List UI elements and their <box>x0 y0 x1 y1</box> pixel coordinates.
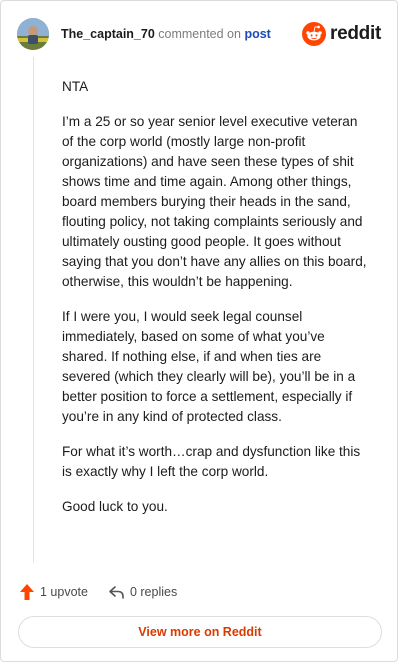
avatar[interactable] <box>17 18 49 50</box>
comment-paragraph: NTA <box>62 79 89 94</box>
upvote-arrow-icon <box>20 584 34 600</box>
thread-line <box>33 57 34 563</box>
upvote-count: 1 upvote <box>40 585 88 599</box>
comment-meta: The_captain_70 commented on post <box>61 27 271 41</box>
comment-actions: 1 upvote 0 replies <box>19 581 177 603</box>
comment-paragraph: I’m a 25 or so year senior level executi… <box>62 114 367 289</box>
avatar-image <box>17 18 49 50</box>
upvote-button[interactable]: 1 upvote <box>19 583 88 601</box>
reddit-wordmark: reddit <box>330 23 381 44</box>
comment-paragraph: For what it’s worth…crap and dysfunction… <box>62 444 361 479</box>
comment-embed-card: The_captain_70 commented on post reddit … <box>0 0 398 662</box>
username[interactable]: The_captain_70 <box>61 27 155 41</box>
post-link[interactable]: post <box>244 27 270 41</box>
reply-button[interactable]: 0 replies <box>108 584 177 600</box>
reddit-logo-icon <box>302 22 327 46</box>
comment-paragraph: Good luck to you. <box>62 499 168 514</box>
view-more-button[interactable]: View more on Reddit <box>18 616 382 648</box>
comment-body: NTA I’m a 25 or so year senior level exe… <box>62 77 372 532</box>
reddit-logo[interactable]: reddit <box>302 22 381 46</box>
reply-icon <box>109 586 124 599</box>
reply-count: 0 replies <box>129 585 178 599</box>
commented-on-label: commented on <box>158 27 241 41</box>
comment-header: The_captain_70 commented on post reddit <box>17 17 381 51</box>
comment-paragraph: If I were you, I would seek legal counse… <box>62 309 356 424</box>
